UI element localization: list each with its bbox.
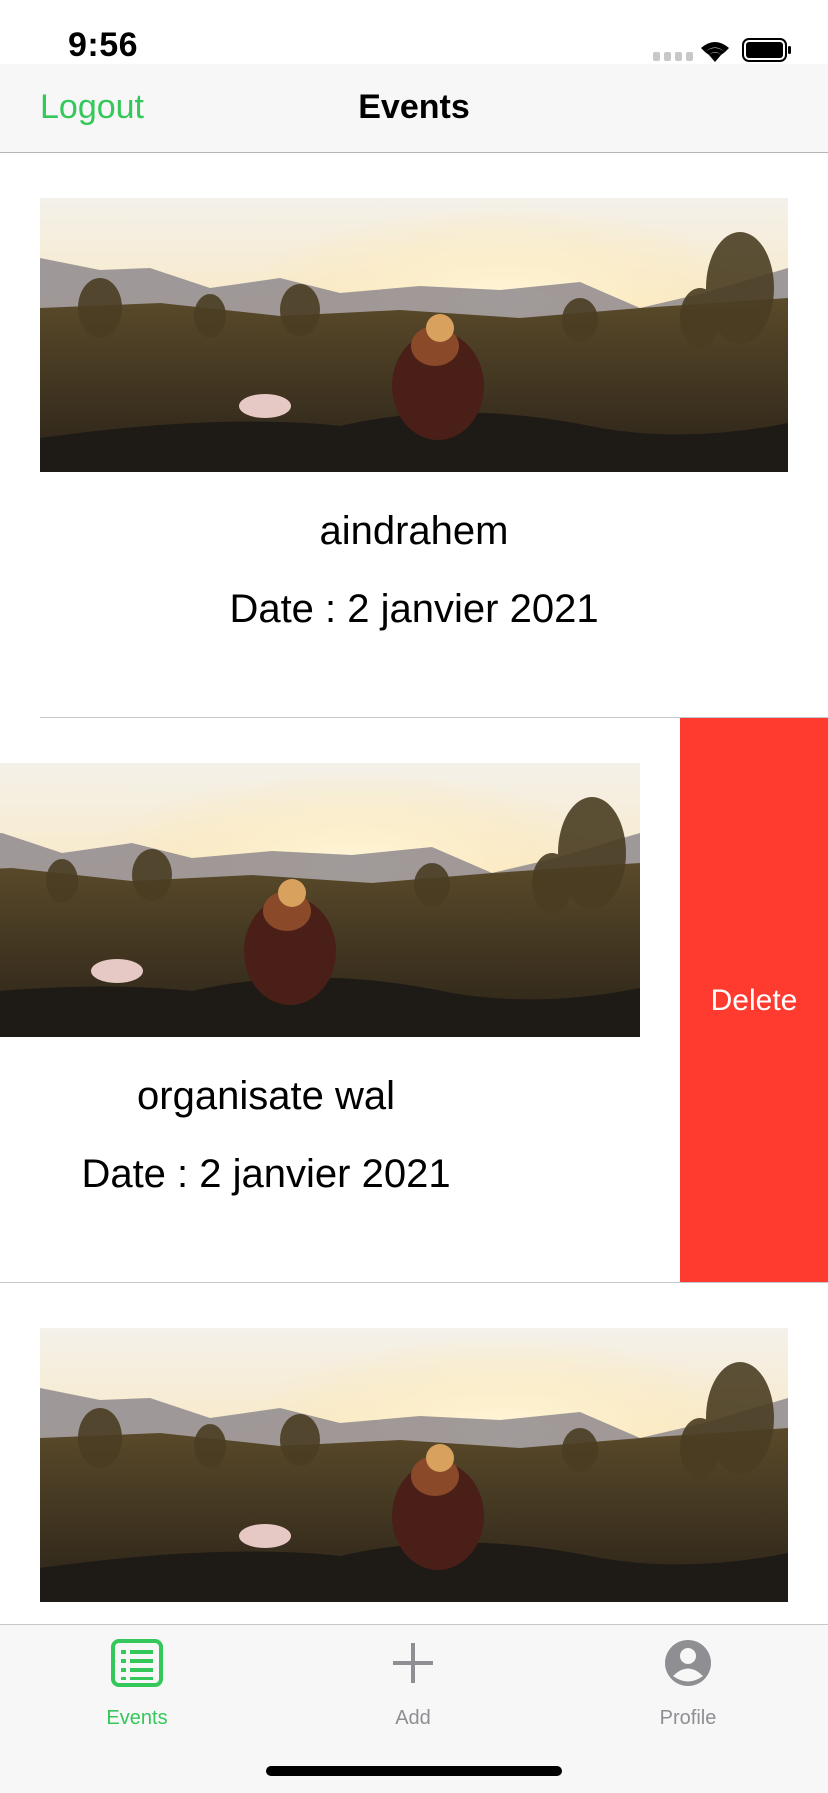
cellular-signal-icon [653,52,693,61]
events-list[interactable]: aindrahem Date : 2 janvier 2021 organisa… [0,153,828,1625]
event-image [0,763,640,1037]
event-image [40,1328,788,1602]
event-row-content [0,1283,828,1625]
tab-label: Events [106,1707,168,1729]
tab-label: Add [395,1707,431,1729]
navigation-bar: Logout Events [0,64,828,153]
event-row[interactable] [0,1283,828,1625]
event-row-content: aindrahem Date : 2 janvier 2021 [0,153,828,718]
event-image [40,198,788,472]
event-name: organisate wal [137,1074,395,1118]
person-circle-icon [665,1640,711,1686]
tab-profile[interactable]: Profile [588,1625,788,1735]
list-icon [111,1639,163,1687]
delete-button[interactable]: Delete [680,718,828,1283]
status-bar: 9:56 [0,0,828,64]
tab-label: Profile [659,1707,717,1729]
event-row[interactable]: organisate wal Date : 2 janvier 2021 Del… [0,718,828,1283]
page-title: Events [358,88,470,126]
event-row[interactable]: aindrahem Date : 2 janvier 2021 [0,153,828,718]
event-name: aindrahem [319,509,509,553]
plus-icon [393,1643,433,1683]
battery-icon [742,38,791,62]
status-time: 9:56 [68,26,139,64]
tab-events[interactable]: Events [37,1625,237,1735]
wifi-icon [701,42,729,62]
tab-add[interactable]: Add [313,1625,513,1735]
home-indicator[interactable] [266,1766,562,1776]
event-row-content: organisate wal Date : 2 janvier 2021 [0,718,680,1283]
event-date: Date : 2 janvier 2021 [229,587,599,631]
event-date: Date : 2 janvier 2021 [81,1152,451,1196]
